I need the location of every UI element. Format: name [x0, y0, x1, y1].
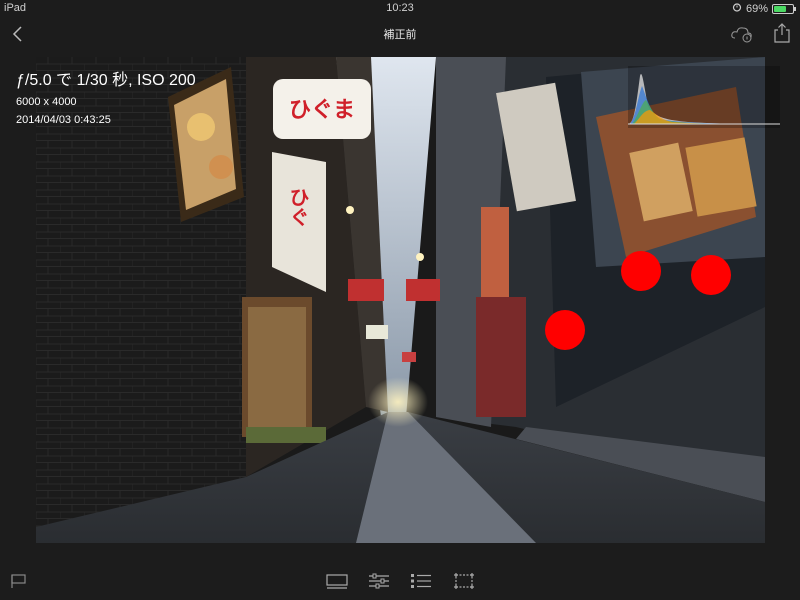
adjust-sliders-icon: [369, 573, 389, 589]
crop-icon: [454, 573, 474, 589]
red-marker: [691, 255, 731, 295]
photo-dimensions: 6000 x 4000: [16, 96, 77, 108]
battery-percentage: 69%: [745, 2, 768, 15]
cloud-info-icon: [731, 27, 752, 43]
list-button[interactable]: [410, 572, 432, 590]
red-marker: [545, 310, 585, 350]
exif-info: ƒ/5.0 で 1/30 秒, ISO 200: [16, 72, 196, 89]
cloud-info-button[interactable]: [730, 24, 754, 44]
list-icon: [411, 574, 431, 588]
histogram-graph: [628, 66, 780, 128]
status-bar: iPad 10:23 69%: [0, 0, 800, 16]
alarm-icon: [732, 2, 742, 15]
histogram: [628, 66, 780, 128]
red-marker: [621, 251, 661, 291]
photo-info-overlay: ƒ/5.0 で 1/30 秒, ISO 200 6000 x 4000 2014…: [16, 66, 196, 126]
filmstrip-icon: [326, 574, 348, 589]
battery-fill: [774, 5, 787, 12]
alley-photo: ひぐま ひぐ: [36, 57, 765, 543]
bottom-toolbar: [0, 560, 800, 600]
crop-button[interactable]: [453, 572, 475, 590]
photo-preview[interactable]: ひぐま ひぐ: [36, 57, 765, 543]
battery-icon: [772, 3, 796, 14]
status-right: 69%: [732, 2, 796, 15]
main-sign-text: ひぐま: [289, 98, 355, 123]
share-icon: [774, 23, 790, 43]
vertical-sign-text: ひぐ: [286, 187, 310, 227]
adjust-button[interactable]: [368, 572, 390, 590]
nav-bar: 補正前: [0, 16, 800, 52]
page-title: 補正前: [383, 29, 417, 41]
capture-date: 2014/04/03 0:43:25: [16, 114, 111, 126]
filmstrip-button[interactable]: [326, 572, 348, 590]
share-button[interactable]: [772, 22, 792, 44]
status-time: 10:23: [386, 2, 414, 14]
